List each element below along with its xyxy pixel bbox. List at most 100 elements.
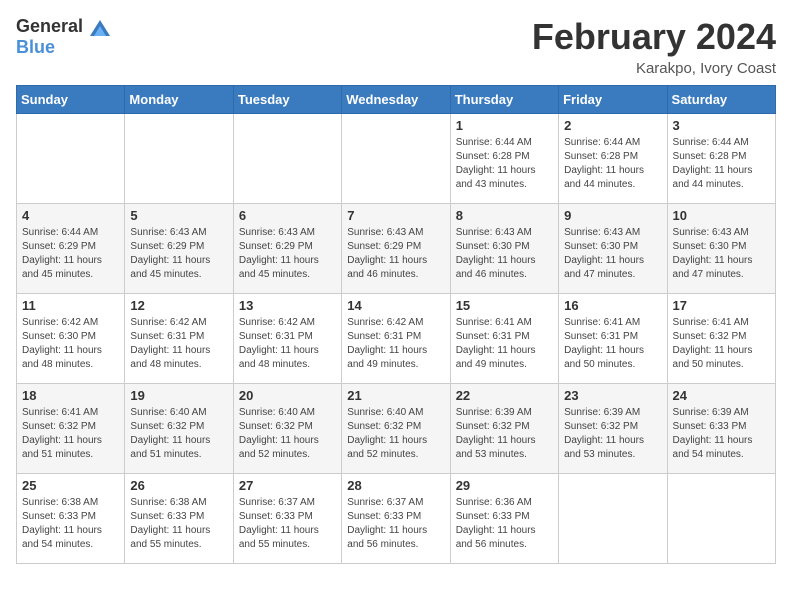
header-row: SundayMondayTuesdayWednesdayThursdayFrid… bbox=[17, 86, 776, 114]
day-info: Sunrise: 6:43 AMSunset: 6:30 PMDaylight:… bbox=[564, 226, 661, 282]
day-number: 1 bbox=[456, 118, 553, 133]
day-header-monday: Monday bbox=[125, 86, 233, 114]
day-info: Sunrise: 6:41 AMSunset: 6:32 PMDaylight:… bbox=[673, 316, 770, 372]
calendar-cell bbox=[667, 474, 775, 564]
day-info: Sunrise: 6:38 AMSunset: 6:33 PMDaylight:… bbox=[22, 496, 119, 552]
calendar-cell: 29 Sunrise: 6:36 AMSunset: 6:33 PMDayligh… bbox=[450, 474, 558, 564]
day-number: 15 bbox=[456, 298, 553, 313]
day-number: 24 bbox=[673, 388, 770, 403]
header: General Blue February 2024 Karakpo, Ivor… bbox=[16, 16, 776, 77]
calendar-cell: 8 Sunrise: 6:43 AMSunset: 6:30 PMDaylight… bbox=[450, 204, 558, 294]
day-info: Sunrise: 6:36 AMSunset: 6:33 PMDaylight:… bbox=[456, 496, 553, 552]
day-number: 28 bbox=[347, 478, 444, 493]
day-number: 10 bbox=[673, 208, 770, 223]
day-header-tuesday: Tuesday bbox=[233, 86, 341, 114]
day-info: Sunrise: 6:39 AMSunset: 6:32 PMDaylight:… bbox=[456, 406, 553, 462]
calendar-cell: 19 Sunrise: 6:40 AMSunset: 6:32 PMDayligh… bbox=[125, 384, 233, 474]
day-info: Sunrise: 6:44 AMSunset: 6:28 PMDaylight:… bbox=[564, 136, 661, 192]
day-info: Sunrise: 6:43 AMSunset: 6:30 PMDaylight:… bbox=[456, 226, 553, 282]
logo-blue: Blue bbox=[16, 37, 55, 57]
day-number: 29 bbox=[456, 478, 553, 493]
day-info: Sunrise: 6:42 AMSunset: 6:30 PMDaylight:… bbox=[22, 316, 119, 372]
day-info: Sunrise: 6:44 AMSunset: 6:29 PMDaylight:… bbox=[22, 226, 119, 282]
calendar-cell: 7 Sunrise: 6:43 AMSunset: 6:29 PMDaylight… bbox=[342, 204, 450, 294]
day-info: Sunrise: 6:37 AMSunset: 6:33 PMDaylight:… bbox=[347, 496, 444, 552]
calendar: SundayMondayTuesdayWednesdayThursdayFrid… bbox=[16, 85, 776, 564]
day-number: 13 bbox=[239, 298, 336, 313]
day-info: Sunrise: 6:41 AMSunset: 6:31 PMDaylight:… bbox=[456, 316, 553, 372]
day-number: 18 bbox=[22, 388, 119, 403]
day-info: Sunrise: 6:42 AMSunset: 6:31 PMDaylight:… bbox=[239, 316, 336, 372]
calendar-cell: 11 Sunrise: 6:42 AMSunset: 6:30 PMDayligh… bbox=[17, 294, 125, 384]
day-info: Sunrise: 6:38 AMSunset: 6:33 PMDaylight:… bbox=[130, 496, 227, 552]
calendar-cell: 22 Sunrise: 6:39 AMSunset: 6:32 PMDayligh… bbox=[450, 384, 558, 474]
day-number: 6 bbox=[239, 208, 336, 223]
day-info: Sunrise: 6:39 AMSunset: 6:32 PMDaylight:… bbox=[564, 406, 661, 462]
day-number: 14 bbox=[347, 298, 444, 313]
day-info: Sunrise: 6:42 AMSunset: 6:31 PMDaylight:… bbox=[347, 316, 444, 372]
calendar-cell: 17Sunrise: 6:41 AMSunset: 6:32 PMDayligh… bbox=[667, 294, 775, 384]
calendar-cell: 10 Sunrise: 6:43 AMSunset: 6:30 PMDayligh… bbox=[667, 204, 775, 294]
day-number: 12 bbox=[130, 298, 227, 313]
day-header-wednesday: Wednesday bbox=[342, 86, 450, 114]
calendar-cell: 2 Sunrise: 6:44 AMSunset: 6:28 PMDaylight… bbox=[559, 114, 667, 204]
logo-icon bbox=[90, 20, 110, 36]
calendar-cell bbox=[342, 114, 450, 204]
day-info: Sunrise: 6:40 AMSunset: 6:32 PMDaylight:… bbox=[130, 406, 227, 462]
day-number: 16 bbox=[564, 298, 661, 313]
day-number: 22 bbox=[456, 388, 553, 403]
day-info: Sunrise: 6:41 AMSunset: 6:31 PMDaylight:… bbox=[564, 316, 661, 372]
logo-text: General Blue bbox=[16, 16, 112, 58]
calendar-cell bbox=[559, 474, 667, 564]
day-number: 23 bbox=[564, 388, 661, 403]
day-number: 7 bbox=[347, 208, 444, 223]
calendar-cell: 21Sunrise: 6:40 AMSunset: 6:32 PMDayligh… bbox=[342, 384, 450, 474]
calendar-cell: 28 Sunrise: 6:37 AMSunset: 6:33 PMDayligh… bbox=[342, 474, 450, 564]
calendar-cell: 12Sunrise: 6:42 AMSunset: 6:31 PMDayligh… bbox=[125, 294, 233, 384]
calendar-cell: 25Sunrise: 6:38 AMSunset: 6:33 PMDayligh… bbox=[17, 474, 125, 564]
calendar-cell: 3 Sunrise: 6:44 AMSunset: 6:28 PMDaylight… bbox=[667, 114, 775, 204]
day-header-friday: Friday bbox=[559, 86, 667, 114]
day-number: 8 bbox=[456, 208, 553, 223]
day-number: 9 bbox=[564, 208, 661, 223]
logo: General Blue bbox=[16, 16, 112, 58]
day-info: Sunrise: 6:41 AMSunset: 6:32 PMDaylight:… bbox=[22, 406, 119, 462]
calendar-cell: 16 Sunrise: 6:41 AMSunset: 6:31 PMDayligh… bbox=[559, 294, 667, 384]
logo-general: General bbox=[16, 16, 83, 36]
day-info: Sunrise: 6:44 AMSunset: 6:28 PMDaylight:… bbox=[673, 136, 770, 192]
calendar-cell: 1 Sunrise: 6:44 AMSunset: 6:28 PMDaylight… bbox=[450, 114, 558, 204]
day-info: Sunrise: 6:43 AMSunset: 6:29 PMDaylight:… bbox=[347, 226, 444, 282]
calendar-week-4: 18 Sunrise: 6:41 AMSunset: 6:32 PMDayligh… bbox=[17, 384, 776, 474]
day-number: 2 bbox=[564, 118, 661, 133]
location-subtitle: Karakpo, Ivory Coast bbox=[532, 60, 776, 77]
calendar-cell: 9 Sunrise: 6:43 AMSunset: 6:30 PMDaylight… bbox=[559, 204, 667, 294]
day-info: Sunrise: 6:44 AMSunset: 6:28 PMDaylight:… bbox=[456, 136, 553, 192]
day-info: Sunrise: 6:40 AMSunset: 6:32 PMDaylight:… bbox=[347, 406, 444, 462]
calendar-cell: 24 Sunrise: 6:39 AMSunset: 6:33 PMDayligh… bbox=[667, 384, 775, 474]
calendar-week-1: 1 Sunrise: 6:44 AMSunset: 6:28 PMDaylight… bbox=[17, 114, 776, 204]
day-header-thursday: Thursday bbox=[450, 86, 558, 114]
day-number: 26 bbox=[130, 478, 227, 493]
calendar-week-3: 11 Sunrise: 6:42 AMSunset: 6:30 PMDayligh… bbox=[17, 294, 776, 384]
day-header-saturday: Saturday bbox=[667, 86, 775, 114]
calendar-cell: 13 Sunrise: 6:42 AMSunset: 6:31 PMDayligh… bbox=[233, 294, 341, 384]
day-info: Sunrise: 6:43 AMSunset: 6:29 PMDaylight:… bbox=[130, 226, 227, 282]
day-info: Sunrise: 6:37 AMSunset: 6:33 PMDaylight:… bbox=[239, 496, 336, 552]
day-number: 3 bbox=[673, 118, 770, 133]
title-area: February 2024 Karakpo, Ivory Coast bbox=[532, 16, 776, 77]
day-header-sunday: Sunday bbox=[17, 86, 125, 114]
day-number: 19 bbox=[130, 388, 227, 403]
day-info: Sunrise: 6:43 AMSunset: 6:29 PMDaylight:… bbox=[239, 226, 336, 282]
calendar-week-5: 25Sunrise: 6:38 AMSunset: 6:33 PMDayligh… bbox=[17, 474, 776, 564]
calendar-cell: 23 Sunrise: 6:39 AMSunset: 6:32 PMDayligh… bbox=[559, 384, 667, 474]
day-number: 5 bbox=[130, 208, 227, 223]
calendar-cell: 18 Sunrise: 6:41 AMSunset: 6:32 PMDayligh… bbox=[17, 384, 125, 474]
day-number: 11 bbox=[22, 298, 119, 313]
calendar-cell: 27Sunrise: 6:37 AMSunset: 6:33 PMDayligh… bbox=[233, 474, 341, 564]
calendar-cell bbox=[233, 114, 341, 204]
day-info: Sunrise: 6:43 AMSunset: 6:30 PMDaylight:… bbox=[673, 226, 770, 282]
calendar-cell bbox=[125, 114, 233, 204]
day-info: Sunrise: 6:39 AMSunset: 6:33 PMDaylight:… bbox=[673, 406, 770, 462]
calendar-cell: 20Sunrise: 6:40 AMSunset: 6:32 PMDayligh… bbox=[233, 384, 341, 474]
calendar-cell: 6 Sunrise: 6:43 AMSunset: 6:29 PMDaylight… bbox=[233, 204, 341, 294]
